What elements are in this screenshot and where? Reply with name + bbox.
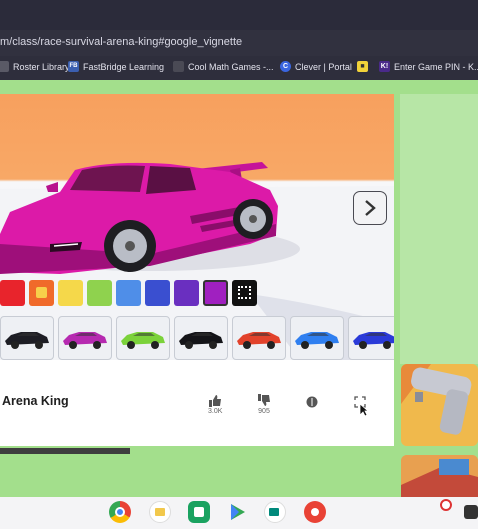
bookmarks-bar: Roster Library FB FastBridge Learning Co… bbox=[0, 56, 478, 81]
page-content: Arena King 3.0K 905 bbox=[0, 80, 478, 498]
url-text[interactable]: m/class/race-survival-arena-king#google_… bbox=[0, 36, 242, 48]
bookmark-label: Clever | Portal bbox=[295, 61, 352, 72]
os-shelf bbox=[0, 497, 478, 529]
blue-car-icon bbox=[353, 332, 394, 349]
dislike-count: 905 bbox=[258, 408, 270, 415]
clever-icon: C bbox=[280, 61, 291, 72]
play-store-icon[interactable] bbox=[226, 501, 248, 523]
bookmark-enter-game-pin[interactable]: K! Enter Game PIN - K... bbox=[379, 61, 478, 72]
black-car-icon bbox=[179, 332, 223, 349]
address-bar[interactable]: m/class/race-survival-arena-king#google_… bbox=[0, 30, 478, 56]
ad-strip bbox=[0, 448, 130, 454]
bookmark-clever[interactable]: C Clever | Portal bbox=[280, 61, 352, 72]
color-swatches bbox=[0, 280, 257, 310]
bookmark-label: FastBridge Learning bbox=[83, 61, 165, 72]
car-option[interactable] bbox=[232, 316, 286, 360]
bookmark-label: Cool Math Games -... bbox=[188, 61, 274, 72]
color-swatch[interactable] bbox=[87, 280, 112, 306]
thumbs-down-icon bbox=[258, 394, 270, 406]
game-viewport[interactable] bbox=[0, 94, 394, 360]
related-game-thumbnail[interactable] bbox=[401, 364, 478, 446]
blue-car-icon bbox=[295, 332, 339, 349]
fastbridge-icon: FB bbox=[68, 61, 79, 72]
next-car-button[interactable] bbox=[353, 191, 387, 225]
report-icon bbox=[306, 396, 318, 408]
related-game-thumbnail[interactable] bbox=[401, 455, 478, 498]
side-panel bbox=[400, 94, 478, 364]
meet-icon[interactable] bbox=[264, 501, 286, 523]
fullscreen-button[interactable] bbox=[354, 396, 369, 417]
color-swatch[interactable] bbox=[174, 280, 199, 306]
like-count: 3.0K bbox=[208, 408, 223, 415]
car-selector bbox=[0, 316, 394, 360]
mouse-cursor-icon bbox=[359, 403, 369, 417]
bookmark-label: Roster Library bbox=[13, 61, 70, 72]
dislike-button[interactable]: 905 bbox=[257, 394, 271, 415]
green-car-icon bbox=[121, 332, 165, 349]
bookmark-roster-library[interactable]: Roster Library bbox=[0, 61, 70, 72]
swatch-more-icon[interactable] bbox=[232, 280, 257, 306]
bookmark-fastbridge[interactable]: FB FastBridge Learning bbox=[68, 61, 164, 72]
color-swatch[interactable] bbox=[203, 280, 228, 306]
files-icon[interactable] bbox=[149, 501, 171, 523]
color-swatch[interactable] bbox=[116, 280, 141, 306]
chrome-icon[interactable] bbox=[109, 501, 131, 523]
classroom-icon[interactable] bbox=[188, 501, 210, 523]
browser-title-bar bbox=[0, 0, 478, 30]
bookmark-label: Enter Game PIN - K... bbox=[394, 61, 478, 72]
water-gun-thumbnail-icon bbox=[401, 364, 478, 446]
record-icon[interactable] bbox=[440, 499, 452, 511]
game-card: Arena King 3.0K 905 bbox=[0, 94, 394, 446]
bookmark-coolmath[interactable]: Cool Math Games -... bbox=[173, 61, 274, 72]
like-button[interactable]: 3.0K bbox=[208, 394, 222, 415]
coolmath-icon bbox=[173, 61, 184, 72]
page-icon bbox=[0, 61, 9, 72]
system-tray-icon[interactable] bbox=[464, 505, 478, 519]
car-option[interactable] bbox=[0, 316, 54, 360]
game-thumbnail-icon bbox=[401, 455, 478, 498]
color-swatch[interactable] bbox=[58, 280, 83, 306]
magenta-car-icon bbox=[63, 332, 107, 349]
flag-button[interactable] bbox=[306, 396, 318, 408]
car-option[interactable] bbox=[290, 316, 344, 360]
color-swatch[interactable] bbox=[0, 280, 25, 306]
color-swatch[interactable] bbox=[29, 280, 54, 306]
game-title: Arena King bbox=[2, 394, 69, 408]
kahoot-k-icon: K! bbox=[379, 61, 390, 72]
red-car-icon bbox=[237, 332, 281, 349]
thumbs-up-icon bbox=[209, 395, 222, 407]
kahoot-icon: ■ bbox=[357, 61, 368, 72]
app-icon[interactable] bbox=[304, 501, 326, 523]
car-option[interactable] bbox=[174, 316, 228, 360]
chevron-right-icon bbox=[365, 200, 376, 216]
car-option[interactable] bbox=[348, 316, 394, 360]
bookmark-kahoot[interactable]: ■ bbox=[357, 61, 368, 72]
car-option[interactable] bbox=[116, 316, 170, 360]
car-option[interactable] bbox=[58, 316, 112, 360]
black-car-icon bbox=[5, 332, 49, 349]
color-swatch[interactable] bbox=[145, 280, 170, 306]
